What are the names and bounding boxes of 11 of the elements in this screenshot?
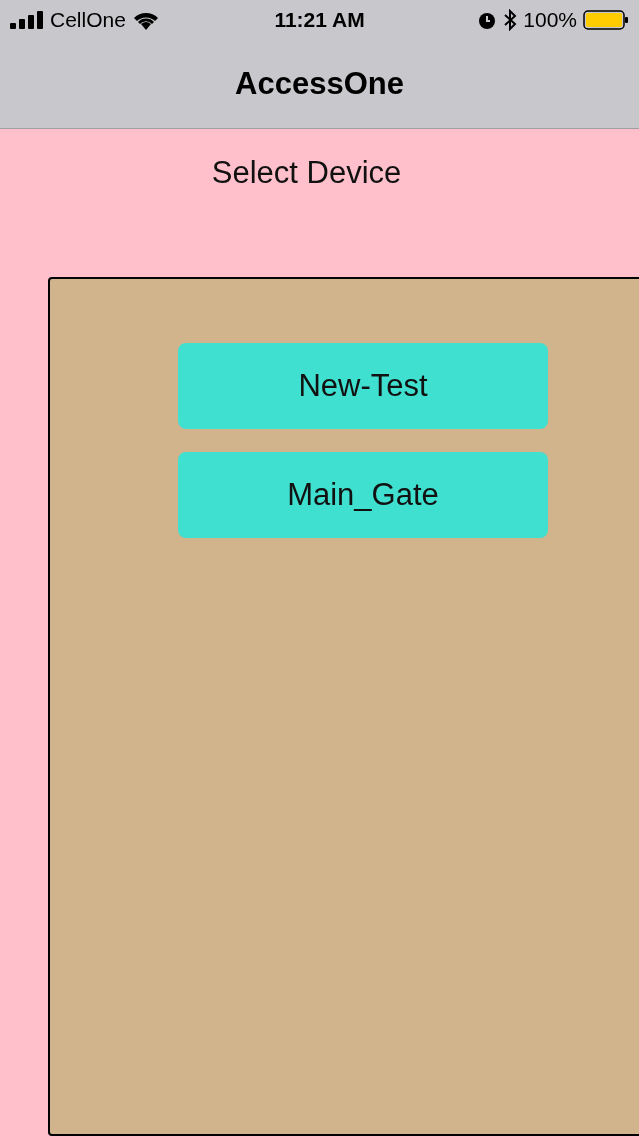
battery-icon xyxy=(583,10,629,30)
page-heading: Select Device xyxy=(211,155,402,192)
device-button[interactable]: Main_Gate xyxy=(178,452,548,538)
alarm-clock-icon xyxy=(477,10,498,30)
carrier-name: CellOne xyxy=(50,8,126,32)
battery-percentage: 100% xyxy=(523,8,577,32)
bluetooth-icon xyxy=(503,9,518,31)
app-title: AccessOne xyxy=(235,66,404,102)
status-time: 11:21 AM xyxy=(274,8,365,32)
device-button[interactable]: New-Test xyxy=(178,343,548,429)
signal-icon xyxy=(10,11,44,29)
